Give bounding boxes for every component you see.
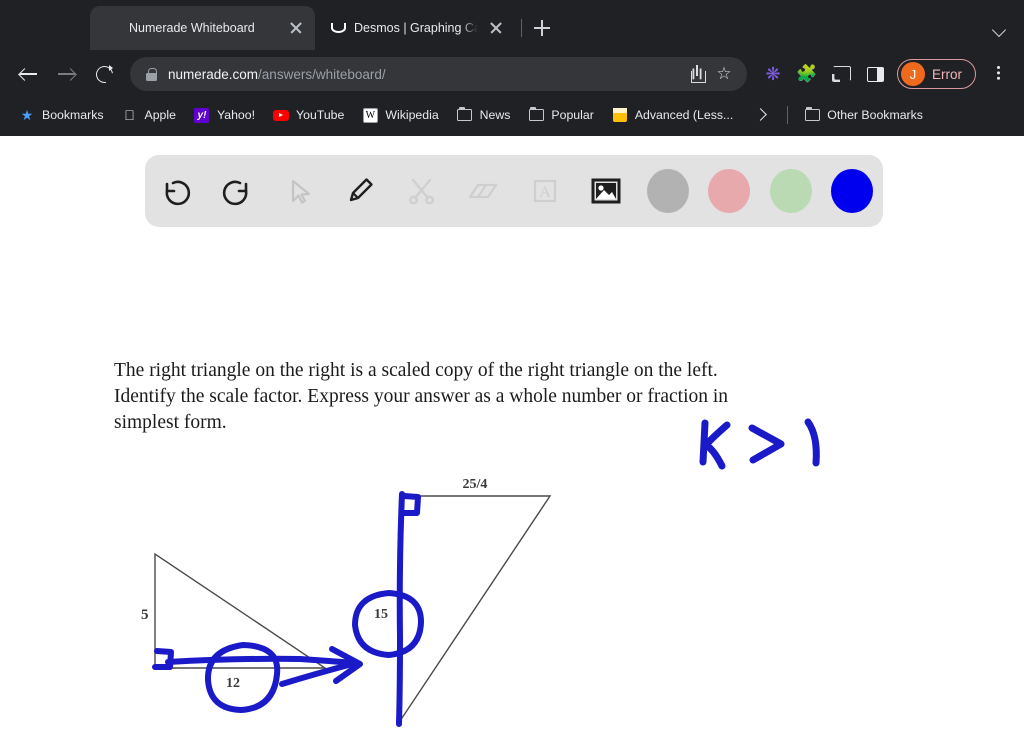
bookmark-label: Popular [551, 108, 594, 122]
ink-scale-factor-note [699, 418, 820, 470]
folder-icon [528, 106, 544, 123]
bookmark-popular[interactable]: Popular [519, 103, 602, 127]
avatar: J [901, 62, 925, 86]
numerade-icon [104, 20, 120, 36]
bookmark-wikipedia[interactable]: W Wikipedia [353, 103, 447, 127]
bookmark-label: Wikipedia [385, 108, 439, 122]
advanced-icon [612, 107, 628, 123]
right-triangle-top-label: 25/4 [463, 477, 488, 492]
url-host: numerade.com [168, 66, 259, 82]
bookmark-star-icon[interactable]: ☆ [711, 61, 737, 87]
tab-title: Numerade Whiteboard [129, 21, 255, 35]
cast-icon[interactable] [825, 58, 857, 90]
lock-icon [146, 67, 157, 81]
navigation-bar: numerade.com/answers/whiteboard/ ☆ ❋ 🧩 J… [0, 50, 1024, 98]
bookmark-label: YouTube [296, 108, 345, 122]
address-bar[interactable]: numerade.com/answers/whiteboard/ ☆ [130, 57, 747, 91]
bookmark-label: News [479, 108, 511, 122]
bookmark-label: Apple [144, 108, 176, 122]
left-triangle-horizontal-label: 12 [226, 676, 240, 691]
extension-gear-icon[interactable]: ❋ [757, 58, 789, 90]
left-triangle [154, 552, 328, 669]
left-triangle-vertical-label: 5 [141, 607, 149, 623]
chevron-down-icon[interactable] [992, 22, 1008, 38]
bookmark-label: Bookmarks [42, 108, 104, 122]
right-triangle [399, 495, 552, 724]
ink-left-right-angle [152, 648, 174, 670]
bookmark-news[interactable]: News [448, 103, 520, 127]
bookmark-bookmarks[interactable]: ★ Bookmarks [10, 103, 113, 127]
folder-icon [457, 106, 473, 123]
bookmark-youtube[interactable]: YouTube [264, 103, 353, 127]
tab-desmos-graphing-calculator[interactable]: Desmos | Graphing Calculato [315, 6, 515, 50]
bookmark-apple[interactable]:  Apple [113, 103, 185, 127]
tab-numerade-whiteboard[interactable]: Numerade Whiteboard [90, 6, 315, 50]
url-text: numerade.com/answers/whiteboard/ [168, 67, 685, 82]
apple-icon:  [122, 107, 138, 123]
chrome-menu-button[interactable] [982, 58, 1014, 90]
bookmark-label: Yahoo! [216, 108, 256, 122]
bookmark-label: Other Bookmarks [827, 108, 923, 122]
right-triangle-vertical-label: 15 [374, 607, 388, 622]
bookmark-label: Advanced (Less... [634, 108, 734, 122]
ink-circle-15 [352, 590, 424, 658]
extensions-puzzle-icon[interactable]: 🧩 [791, 58, 823, 90]
bookmark-yahoo[interactable]: y! Yahoo! [185, 103, 264, 127]
close-icon[interactable] [287, 19, 305, 37]
yahoo-icon: y! [194, 107, 210, 123]
star-icon: ★ [20, 106, 34, 123]
tab-title: Desmos | Graphing Calculato [354, 21, 478, 35]
bookmark-advanced[interactable]: Advanced (Less... [603, 103, 742, 127]
side-panel-icon[interactable] [859, 58, 891, 90]
folder-icon [804, 106, 820, 123]
bookmark-other-bookmarks[interactable]: Other Bookmarks [795, 103, 932, 127]
bookmarks-bar: ★ Bookmarks  Apple y! Yahoo! YouTube W … [0, 98, 1024, 132]
ink-annotations [152, 418, 820, 727]
tab-strip: Numerade Whiteboard Desmos | Graphing Ca… [0, 0, 1024, 50]
wikipedia-icon: W [362, 107, 378, 123]
browser-chrome: Numerade Whiteboard Desmos | Graphing Ca… [0, 0, 1024, 136]
ink-arrow [165, 646, 363, 687]
profile-status-label: Error [932, 66, 962, 82]
close-icon[interactable] [487, 19, 505, 37]
url-path: /answers/whiteboard/ [258, 66, 386, 82]
youtube-icon [273, 107, 290, 123]
ink-circle-12 [204, 642, 281, 713]
forward-button[interactable] [48, 56, 84, 92]
whiteboard-page: A The right triangle on the right is a s… [0, 136, 1024, 742]
whiteboard-canvas[interactable]: 5 12 25/4 15 [0, 136, 1024, 742]
divider [787, 106, 789, 124]
back-button[interactable] [10, 56, 46, 92]
profile-button[interactable]: J Error [897, 59, 976, 89]
bookmarks-overflow-chevron-icon[interactable] [750, 104, 772, 126]
reload-button[interactable] [86, 56, 122, 92]
share-icon[interactable] [685, 61, 711, 87]
divider [521, 19, 522, 37]
new-tab-button[interactable] [528, 14, 556, 42]
desmos-icon [329, 20, 345, 36]
